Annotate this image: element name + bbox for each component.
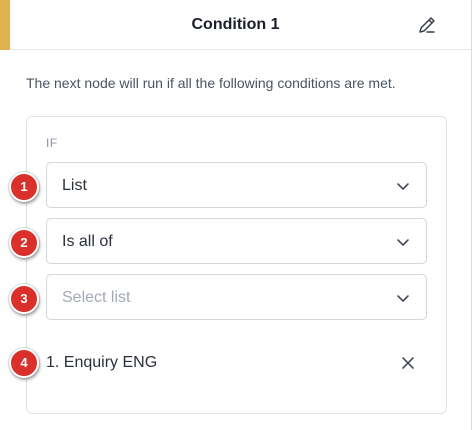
edit-button[interactable] xyxy=(416,14,438,36)
condition-panel: Condition 1 The next node will run if al… xyxy=(0,0,472,430)
step-badge-4: 4 xyxy=(9,348,39,378)
operator-select[interactable]: Is all of xyxy=(46,218,427,264)
close-icon[interactable] xyxy=(401,356,415,370)
panel-header: Condition 1 xyxy=(0,0,471,50)
step-badge-1: 1 xyxy=(9,172,39,202)
condition-description: The next node will run if all the follow… xyxy=(26,75,396,91)
chevron-down-icon xyxy=(397,295,409,302)
operator-select-value: Is all of xyxy=(62,233,113,250)
step-badge-2: 2 xyxy=(9,228,39,258)
selected-list-item: 1. Enquiry ENG xyxy=(46,354,427,376)
chevron-down-icon xyxy=(397,183,409,190)
pencil-icon xyxy=(419,17,435,33)
selected-list-item-label: 1. Enquiry ENG xyxy=(46,354,158,371)
list-select[interactable]: Select list xyxy=(46,274,427,320)
chevron-down-icon xyxy=(397,239,409,246)
field-select[interactable]: List xyxy=(46,162,427,208)
if-label: IF xyxy=(46,136,58,150)
panel-title: Condition 1 xyxy=(191,16,280,33)
step-badge-3: 3 xyxy=(9,284,39,314)
field-select-value: List xyxy=(62,177,87,194)
list-select-placeholder: Select list xyxy=(62,289,131,306)
